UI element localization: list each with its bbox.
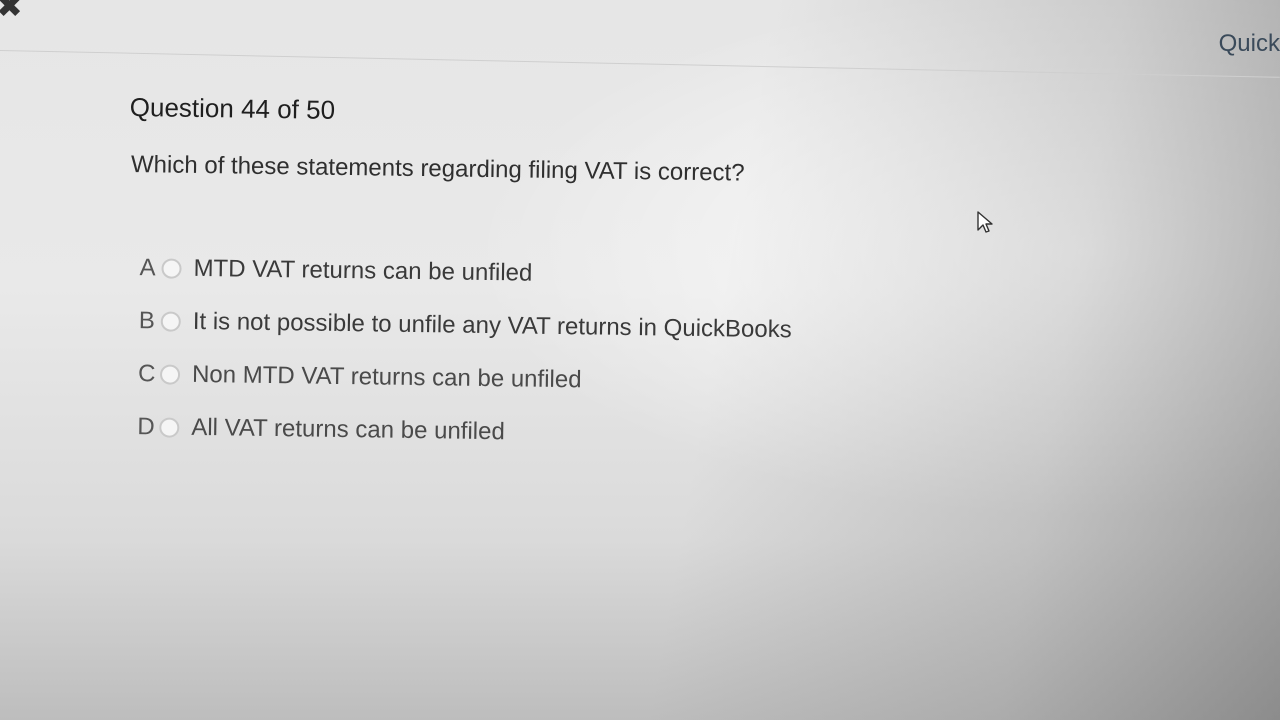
answer-option-d[interactable]: D All VAT returns can be unfiled bbox=[137, 400, 1026, 465]
quickbooks-link[interactable]: Quick bbox=[1219, 30, 1280, 58]
option-text[interactable]: It is not possible to unfile any VAT ret… bbox=[193, 307, 792, 343]
option-letter: A bbox=[139, 253, 156, 281]
radio-button[interactable] bbox=[159, 363, 181, 385]
option-letter: C bbox=[137, 359, 156, 387]
divider bbox=[0, 50, 1280, 78]
option-text[interactable]: Non MTD VAT returns can be unfiled bbox=[192, 360, 582, 393]
radio-button[interactable] bbox=[160, 310, 181, 332]
question-counter: Question 44 of 50 bbox=[129, 92, 336, 125]
radio-button[interactable] bbox=[159, 416, 180, 438]
close-icon[interactable]: ✖ bbox=[0, 0, 23, 22]
question-text: Which of these statements regarding fili… bbox=[130, 151, 745, 187]
mouse-pointer-icon bbox=[977, 211, 993, 233]
question-panel: Question 44 of 50 Which of these stateme… bbox=[125, 92, 1030, 466]
answer-options: A MTD VAT returns can be unfiled B It is… bbox=[125, 241, 1028, 466]
option-letter: B bbox=[138, 306, 156, 334]
option-text[interactable]: MTD VAT returns can be unfiled bbox=[193, 254, 532, 287]
option-text[interactable]: All VAT returns can be unfiled bbox=[191, 413, 505, 445]
option-letter: D bbox=[137, 412, 155, 440]
radio-button[interactable] bbox=[161, 257, 182, 279]
